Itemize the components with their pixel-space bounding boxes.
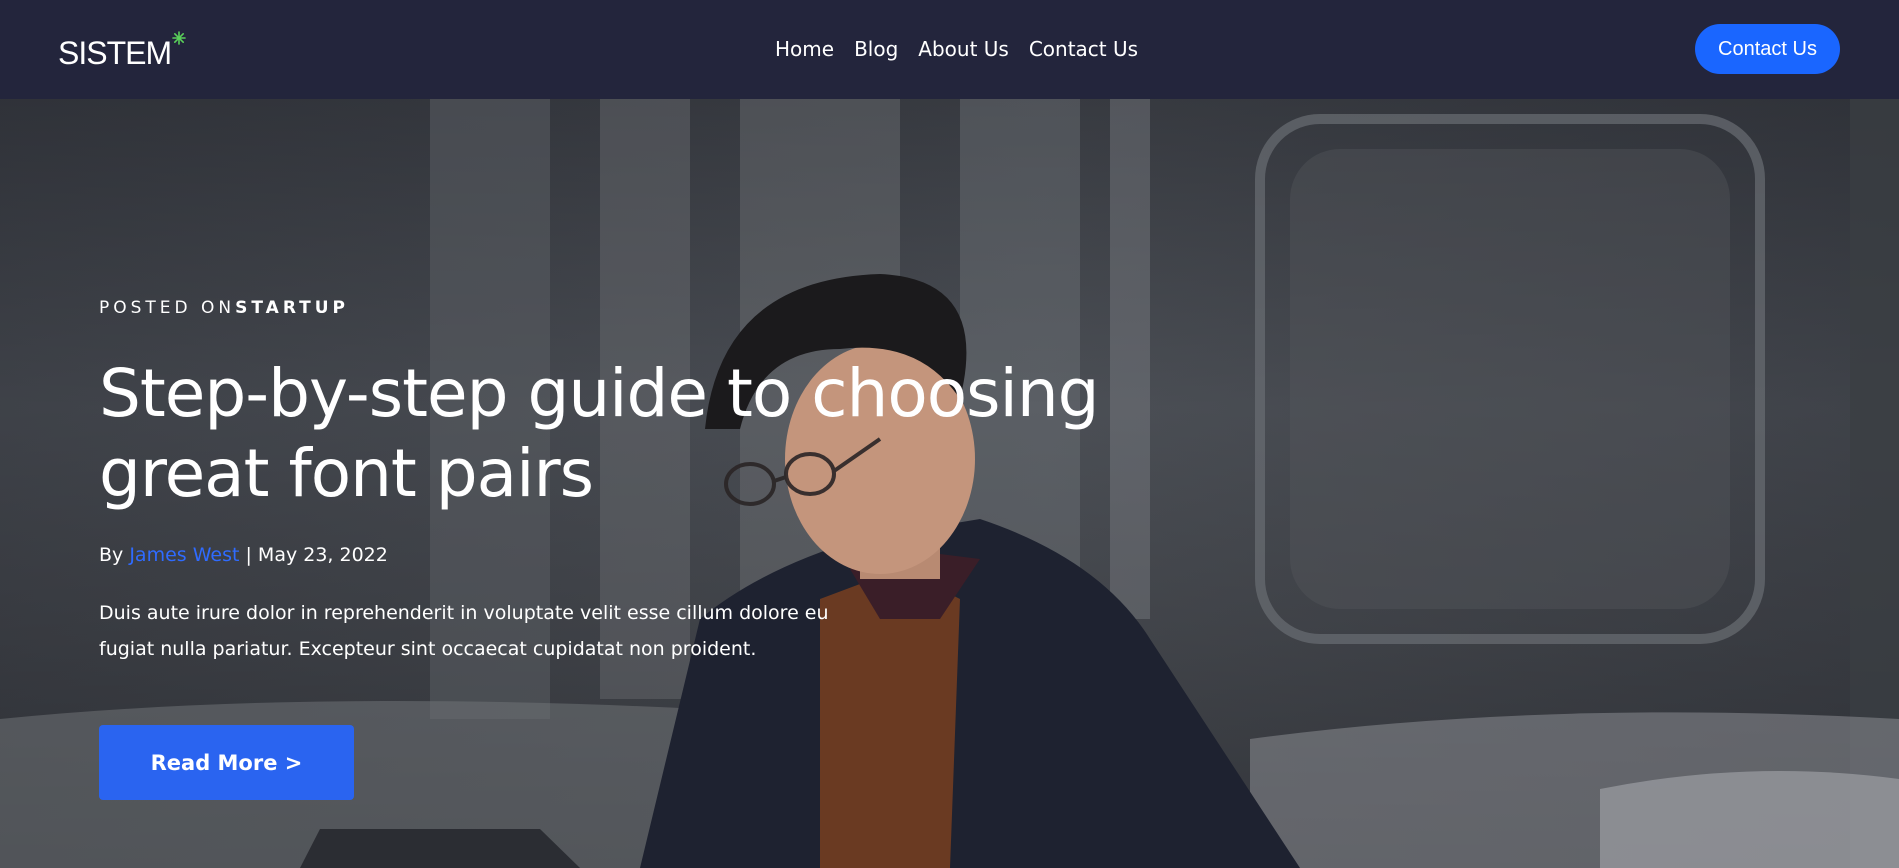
hero-section: POSTED ONSTARTUP Step-by-step guide to c… xyxy=(0,99,1899,868)
nav-blog[interactable]: Blog xyxy=(854,36,898,62)
site-header: SISTEM Home Blog About Us Contact Us Con… xyxy=(0,0,1899,99)
read-more-button[interactable]: Read More > xyxy=(99,725,354,800)
site-logo[interactable]: SISTEM xyxy=(58,31,186,71)
logo-text: SISTEM xyxy=(58,35,172,71)
byline-separator: | xyxy=(239,544,258,566)
main-nav: Home Blog About Us Contact Us xyxy=(775,36,1138,62)
post-date: May 23, 2022 xyxy=(257,544,388,566)
nav-contact-us[interactable]: Contact Us xyxy=(1029,36,1138,62)
nav-about-us[interactable]: About Us xyxy=(918,36,1009,62)
category-link[interactable]: STARTUP xyxy=(235,298,349,318)
by-label: By xyxy=(99,544,130,566)
post-byline: By James West | May 23, 2022 xyxy=(99,544,388,566)
posted-on-label: POSTED ON xyxy=(99,298,236,318)
nav-home[interactable]: Home xyxy=(775,36,834,62)
sparkle-star-icon xyxy=(172,31,186,45)
contact-us-button[interactable]: Contact Us xyxy=(1695,24,1840,74)
post-title: Step-by-step guide to choosing great fon… xyxy=(99,355,1100,512)
post-excerpt: Duis aute irure dolor in reprehenderit i… xyxy=(99,602,829,660)
post-category-line: POSTED ONSTARTUP xyxy=(99,298,349,318)
author-link[interactable]: James West xyxy=(129,544,239,566)
